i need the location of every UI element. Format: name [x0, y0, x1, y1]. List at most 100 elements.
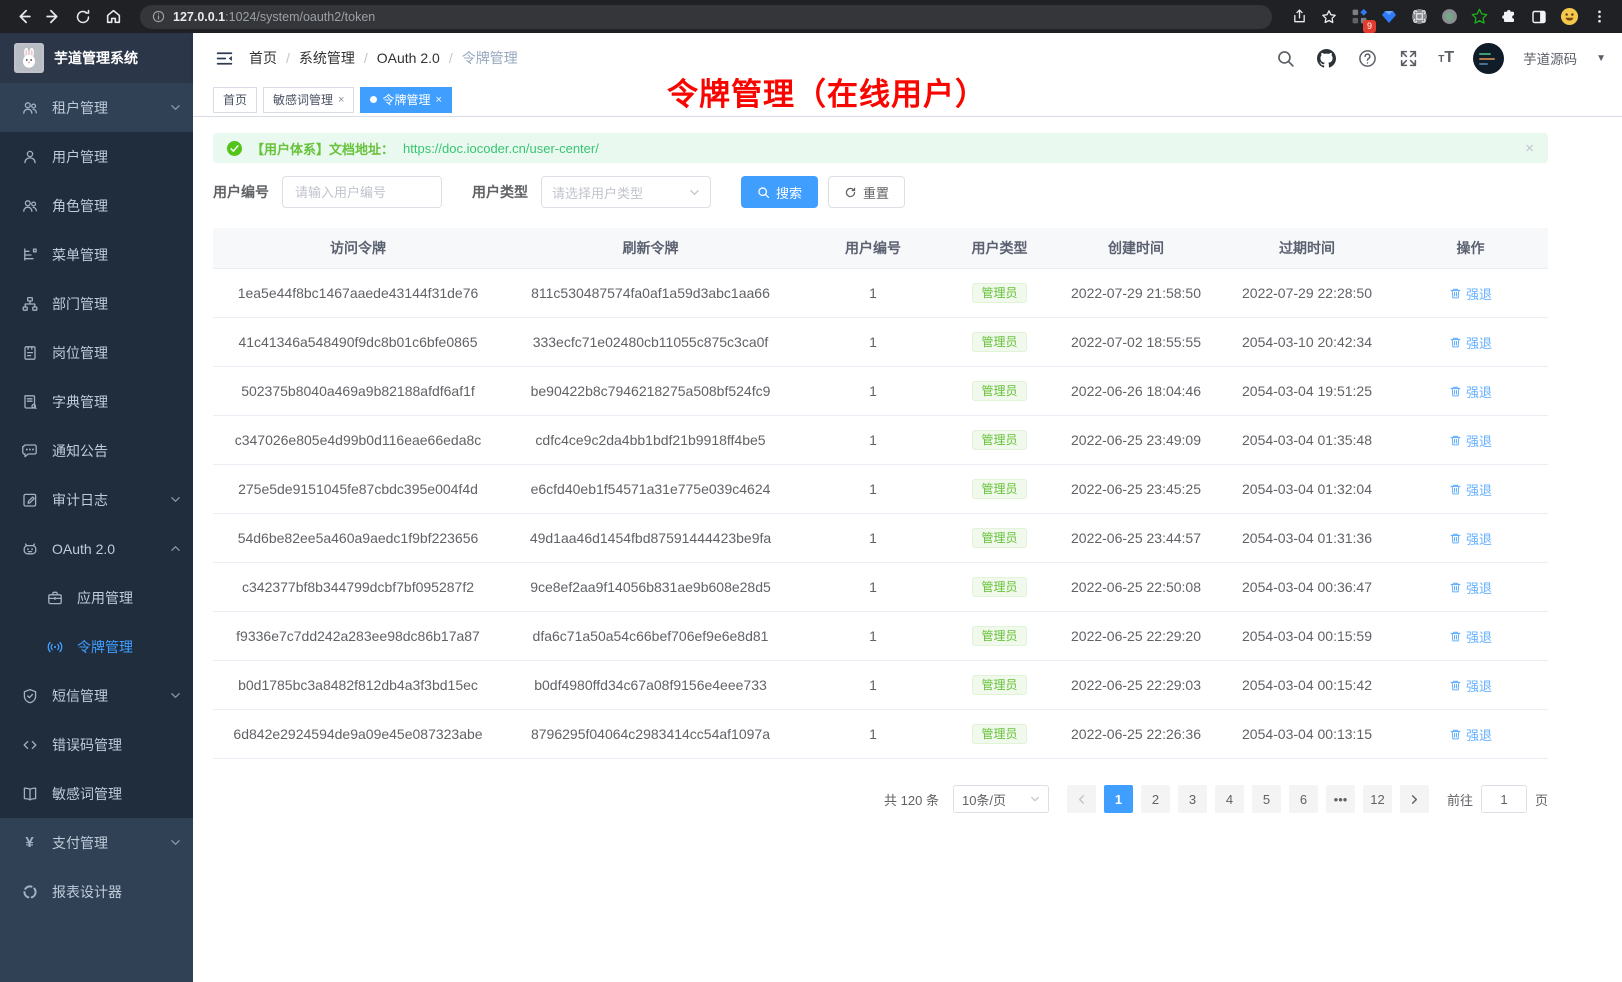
sidebar-item-user[interactable]: 用户管理: [0, 132, 193, 181]
user-type-cell: 管理员: [948, 661, 1051, 709]
bookmark-star-icon[interactable]: [1316, 4, 1342, 30]
force-logout-button[interactable]: 强退: [1449, 431, 1492, 450]
user-type-select[interactable]: 请选择用户类型: [541, 176, 711, 208]
sidebar-item-book[interactable]: 敏感词管理: [0, 769, 193, 818]
sidebar-item-app[interactable]: 应用管理: [0, 573, 193, 622]
breadcrumb-system[interactable]: 系统管理: [299, 48, 355, 68]
help-icon[interactable]: [1356, 47, 1378, 69]
sidebar-item-dict[interactable]: 字典管理: [0, 377, 193, 426]
puzzle-extension-icon[interactable]: [1496, 4, 1522, 30]
page-button-4[interactable]: 4: [1215, 785, 1244, 813]
access-token-cell: 41c41346a548490f9dc8b01c6bfe0865: [213, 318, 503, 366]
force-logout-button[interactable]: 强退: [1449, 627, 1492, 646]
tab-home[interactable]: 首页: [213, 87, 257, 113]
browser-menu-icon[interactable]: [1586, 4, 1612, 30]
share-icon[interactable]: [1286, 4, 1312, 30]
tab-token-management[interactable]: 令牌管理 ×: [360, 87, 451, 113]
close-icon[interactable]: ×: [338, 94, 344, 106]
more-pages-button[interactable]: •••: [1326, 785, 1355, 813]
chevron-down-icon: [170, 690, 181, 701]
created-time-cell: 2022-07-29 21:58:50: [1051, 269, 1221, 317]
goto-page-input[interactable]: [1481, 785, 1527, 813]
hamburger-icon[interactable]: [207, 41, 241, 75]
breadcrumb-home[interactable]: 首页: [249, 48, 277, 68]
trash-icon: [1449, 287, 1462, 300]
reset-button[interactable]: 重置: [828, 176, 905, 208]
force-logout-button[interactable]: 强退: [1449, 333, 1492, 352]
next-page-button[interactable]: [1400, 785, 1429, 813]
sidebar-item-token[interactable]: 令牌管理: [0, 622, 193, 671]
avatar[interactable]: [1473, 43, 1504, 74]
sidebar-item-org[interactable]: 部门管理: [0, 279, 193, 328]
page-size-select[interactable]: 10条/页: [953, 785, 1049, 813]
expire-time-cell: 2054-03-10 20:42:34: [1221, 318, 1393, 366]
app-logo-row[interactable]: 芋道管理系统: [0, 33, 193, 83]
font-size-icon[interactable]: TT: [1438, 49, 1454, 67]
page-button-12[interactable]: 12: [1363, 785, 1392, 813]
user-type-tag: 管理员: [972, 479, 1026, 499]
sidebar-item-notice[interactable]: 通知公告: [0, 426, 193, 475]
active-tab-dot: [370, 96, 377, 103]
profile-avatar-icon[interactable]: [1556, 4, 1582, 30]
search-button[interactable]: 搜索: [741, 176, 818, 208]
sidebar-item-oauth[interactable]: OAuth 2.0: [0, 524, 193, 573]
breadcrumb-oauth[interactable]: OAuth 2.0: [377, 50, 440, 66]
back-icon[interactable]: [10, 4, 36, 30]
trash-icon: [1449, 385, 1462, 398]
forward-icon[interactable]: [40, 4, 66, 30]
sidebar-item-code[interactable]: 错误码管理: [0, 720, 193, 769]
sidebar-item-audit[interactable]: 审计日志: [0, 475, 193, 524]
user-dropdown-caret-icon[interactable]: ▼: [1596, 53, 1606, 64]
fullscreen-icon[interactable]: [1397, 47, 1419, 69]
side-panel-icon[interactable]: [1526, 4, 1552, 30]
sidebar-item-roles[interactable]: 角色管理: [0, 181, 193, 230]
app-logo-icon: [14, 43, 44, 73]
force-logout-button[interactable]: 强退: [1449, 676, 1492, 695]
page-button-3[interactable]: 3: [1178, 785, 1207, 813]
extension-grid-icon[interactable]: 9: [1346, 4, 1372, 30]
force-logout-button[interactable]: 强退: [1449, 725, 1492, 744]
page-button-6[interactable]: 6: [1289, 785, 1318, 813]
user-id-cell: 1: [798, 269, 948, 317]
app-title: 芋道管理系统: [54, 48, 138, 68]
force-logout-button[interactable]: 强退: [1449, 382, 1492, 401]
page-button-5[interactable]: 5: [1252, 785, 1281, 813]
force-logout-button[interactable]: 强退: [1449, 529, 1492, 548]
page-button-1[interactable]: 1: [1104, 785, 1133, 813]
force-logout-button[interactable]: 强退: [1449, 578, 1492, 597]
command-extension-icon[interactable]: [1406, 4, 1432, 30]
star-extension-icon[interactable]: [1466, 4, 1492, 30]
sidebar-item-post[interactable]: 岗位管理: [0, 328, 193, 377]
top-navbar: 首页 / 系统管理 / OAuth 2.0 / 令牌管理 TT 芋道源码 ▼: [193, 33, 1622, 83]
tab-sensitive-words[interactable]: 敏感词管理 ×: [263, 87, 354, 113]
page-button-2[interactable]: 2: [1141, 785, 1170, 813]
home-icon[interactable]: [100, 4, 126, 30]
total-count: 共 120 条: [884, 790, 939, 809]
sidebar-item-report[interactable]: 报表设计器: [0, 867, 193, 916]
address-bar[interactable]: 127.0.0.1:1024/system/oauth2/token: [140, 5, 1272, 29]
org-icon: [21, 295, 38, 312]
user-type-tag: 管理员: [972, 577, 1026, 597]
github-icon[interactable]: [1315, 47, 1337, 69]
prev-page-button[interactable]: [1067, 785, 1096, 813]
doc-link[interactable]: https://doc.iocoder.cn/user-center/: [403, 141, 599, 156]
sidebar-item-tenants[interactable]: 租户管理: [0, 83, 193, 132]
alert-close-icon[interactable]: ×: [1525, 140, 1534, 157]
gem-extension-icon[interactable]: [1376, 4, 1402, 30]
refresh-token-cell: 9ce8ef2aa9f14056b831ae9b608e28d5: [503, 563, 798, 611]
trash-icon: [1449, 434, 1462, 447]
sidebar-item-sms[interactable]: 短信管理: [0, 671, 193, 720]
record-extension-icon[interactable]: [1436, 4, 1462, 30]
force-logout-button[interactable]: 强退: [1449, 480, 1492, 499]
sidebar-item-pay[interactable]: ¥支付管理: [0, 818, 193, 867]
user-id-input[interactable]: [282, 176, 442, 208]
sidebar-item-tree[interactable]: 菜单管理: [0, 230, 193, 279]
created-time-cell: 2022-06-25 23:45:25: [1051, 465, 1221, 513]
reload-icon[interactable]: [70, 4, 96, 30]
force-logout-button[interactable]: 强退: [1449, 284, 1492, 303]
search-icon[interactable]: [1274, 47, 1296, 69]
site-info-icon[interactable]: [152, 10, 165, 23]
user-id-cell: 1: [798, 318, 948, 366]
username[interactable]: 芋道源码: [1523, 48, 1577, 68]
close-icon[interactable]: ×: [435, 94, 441, 106]
